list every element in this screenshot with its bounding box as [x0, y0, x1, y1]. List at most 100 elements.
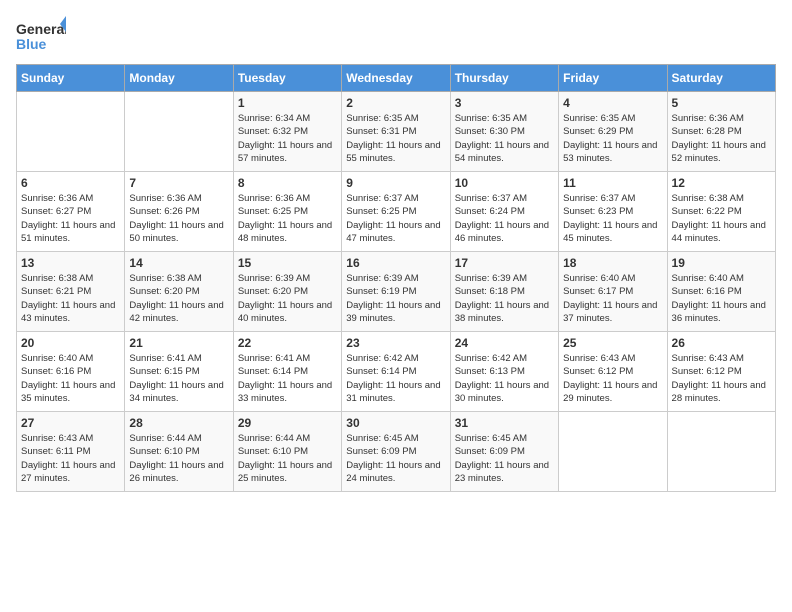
day-number: 20	[21, 336, 120, 350]
day-cell: 4 Sunrise: 6:35 AMSunset: 6:29 PMDaylight…	[559, 92, 667, 172]
day-number: 7	[129, 176, 228, 190]
day-info: Sunrise: 6:40 AMSunset: 6:17 PMDaylight:…	[563, 272, 662, 325]
day-number: 23	[346, 336, 445, 350]
day-cell: 7 Sunrise: 6:36 AMSunset: 6:26 PMDaylight…	[125, 172, 233, 252]
day-info: Sunrise: 6:36 AMSunset: 6:26 PMDaylight:…	[129, 192, 228, 245]
day-cell: 26 Sunrise: 6:43 AMSunset: 6:12 PMDayligh…	[667, 332, 775, 412]
day-info: Sunrise: 6:41 AMSunset: 6:15 PMDaylight:…	[129, 352, 228, 405]
day-info: Sunrise: 6:40 AMSunset: 6:16 PMDaylight:…	[672, 272, 771, 325]
day-cell: 21 Sunrise: 6:41 AMSunset: 6:15 PMDayligh…	[125, 332, 233, 412]
weekday-header-friday: Friday	[559, 65, 667, 92]
day-info: Sunrise: 6:43 AMSunset: 6:12 PMDaylight:…	[672, 352, 771, 405]
weekday-header-wednesday: Wednesday	[342, 65, 450, 92]
day-number: 21	[129, 336, 228, 350]
svg-text:Blue: Blue	[16, 36, 47, 52]
day-number: 28	[129, 416, 228, 430]
day-info: Sunrise: 6:36 AMSunset: 6:25 PMDaylight:…	[238, 192, 337, 245]
day-cell: 25 Sunrise: 6:43 AMSunset: 6:12 PMDayligh…	[559, 332, 667, 412]
day-cell: 23 Sunrise: 6:42 AMSunset: 6:14 PMDayligh…	[342, 332, 450, 412]
day-info: Sunrise: 6:37 AMSunset: 6:24 PMDaylight:…	[455, 192, 554, 245]
day-number: 25	[563, 336, 662, 350]
day-cell: 15Sunrise: 6:39 AMSunset: 6:20 PMDayligh…	[233, 252, 341, 332]
day-info: Sunrise: 6:45 AMSunset: 6:09 PMDaylight:…	[455, 432, 554, 485]
day-cell: 29 Sunrise: 6:44 AMSunset: 6:10 PMDayligh…	[233, 412, 341, 492]
day-number: 30	[346, 416, 445, 430]
day-cell	[559, 412, 667, 492]
day-cell: 17Sunrise: 6:39 AMSunset: 6:18 PMDayligh…	[450, 252, 558, 332]
day-info: Sunrise: 6:44 AMSunset: 6:10 PMDaylight:…	[238, 432, 337, 485]
logo: General Blue	[16, 16, 66, 56]
day-cell: 22 Sunrise: 6:41 AMSunset: 6:14 PMDayligh…	[233, 332, 341, 412]
day-number: 2	[346, 96, 445, 110]
day-info: Sunrise: 6:40 AMSunset: 6:16 PMDaylight:…	[21, 352, 120, 405]
day-info: Sunrise: 6:34 AMSunset: 6:32 PMDaylight:…	[238, 112, 337, 165]
day-number: 17	[455, 256, 554, 270]
day-info: Sunrise: 6:37 AMSunset: 6:23 PMDaylight:…	[563, 192, 662, 245]
day-number: 26	[672, 336, 771, 350]
weekday-header-monday: Monday	[125, 65, 233, 92]
day-number: 29	[238, 416, 337, 430]
day-number: 24	[455, 336, 554, 350]
day-info: Sunrise: 6:35 AMSunset: 6:29 PMDaylight:…	[563, 112, 662, 165]
day-info: Sunrise: 6:43 AMSunset: 6:11 PMDaylight:…	[21, 432, 120, 485]
day-cell: 11Sunrise: 6:37 AMSunset: 6:23 PMDayligh…	[559, 172, 667, 252]
day-cell: 14 Sunrise: 6:38 AMSunset: 6:20 PMDayligh…	[125, 252, 233, 332]
day-cell: 5Sunrise: 6:36 AMSunset: 6:28 PMDaylight…	[667, 92, 775, 172]
logo-icon: General Blue	[16, 16, 66, 56]
day-info: Sunrise: 6:44 AMSunset: 6:10 PMDaylight:…	[129, 432, 228, 485]
weekday-header-thursday: Thursday	[450, 65, 558, 92]
day-number: 10	[455, 176, 554, 190]
day-number: 14	[129, 256, 228, 270]
weekday-header-tuesday: Tuesday	[233, 65, 341, 92]
week-row-5: 27 Sunrise: 6:43 AMSunset: 6:11 PMDayligh…	[17, 412, 776, 492]
calendar-table: SundayMondayTuesdayWednesdayThursdayFrid…	[16, 64, 776, 492]
day-info: Sunrise: 6:37 AMSunset: 6:25 PMDaylight:…	[346, 192, 445, 245]
weekday-header-sunday: Sunday	[17, 65, 125, 92]
day-number: 31	[455, 416, 554, 430]
day-number: 6	[21, 176, 120, 190]
week-row-4: 20 Sunrise: 6:40 AMSunset: 6:16 PMDayligh…	[17, 332, 776, 412]
day-number: 4	[563, 96, 662, 110]
day-info: Sunrise: 6:39 AMSunset: 6:19 PMDaylight:…	[346, 272, 445, 325]
day-number: 1	[238, 96, 337, 110]
day-cell: 18 Sunrise: 6:40 AMSunset: 6:17 PMDayligh…	[559, 252, 667, 332]
day-cell	[17, 92, 125, 172]
week-row-1: 1 Sunrise: 6:34 AMSunset: 6:32 PMDaylight…	[17, 92, 776, 172]
day-cell: 13 Sunrise: 6:38 AMSunset: 6:21 PMDayligh…	[17, 252, 125, 332]
day-number: 12	[672, 176, 771, 190]
day-info: Sunrise: 6:39 AMSunset: 6:20 PMDaylight:…	[238, 272, 337, 325]
day-info: Sunrise: 6:41 AMSunset: 6:14 PMDaylight:…	[238, 352, 337, 405]
day-cell	[667, 412, 775, 492]
weekday-header-saturday: Saturday	[667, 65, 775, 92]
day-cell: 19Sunrise: 6:40 AMSunset: 6:16 PMDayligh…	[667, 252, 775, 332]
day-cell: 8Sunrise: 6:36 AMSunset: 6:25 PMDaylight…	[233, 172, 341, 252]
day-cell: 24Sunrise: 6:42 AMSunset: 6:13 PMDayligh…	[450, 332, 558, 412]
day-number: 18	[563, 256, 662, 270]
week-row-2: 6 Sunrise: 6:36 AMSunset: 6:27 PMDaylight…	[17, 172, 776, 252]
day-cell: 30 Sunrise: 6:45 AMSunset: 6:09 PMDayligh…	[342, 412, 450, 492]
week-row-3: 13 Sunrise: 6:38 AMSunset: 6:21 PMDayligh…	[17, 252, 776, 332]
day-info: Sunrise: 6:36 AMSunset: 6:27 PMDaylight:…	[21, 192, 120, 245]
day-number: 16	[346, 256, 445, 270]
day-info: Sunrise: 6:42 AMSunset: 6:14 PMDaylight:…	[346, 352, 445, 405]
day-cell: 10 Sunrise: 6:37 AMSunset: 6:24 PMDayligh…	[450, 172, 558, 252]
day-cell: 2Sunrise: 6:35 AMSunset: 6:31 PMDaylight…	[342, 92, 450, 172]
day-cell: 6 Sunrise: 6:36 AMSunset: 6:27 PMDaylight…	[17, 172, 125, 252]
day-number: 27	[21, 416, 120, 430]
day-info: Sunrise: 6:45 AMSunset: 6:09 PMDaylight:…	[346, 432, 445, 485]
day-info: Sunrise: 6:38 AMSunset: 6:20 PMDaylight:…	[129, 272, 228, 325]
day-cell: 3Sunrise: 6:35 AMSunset: 6:30 PMDaylight…	[450, 92, 558, 172]
day-number: 13	[21, 256, 120, 270]
day-info: Sunrise: 6:38 AMSunset: 6:22 PMDaylight:…	[672, 192, 771, 245]
svg-text:General: General	[16, 21, 66, 37]
day-number: 5	[672, 96, 771, 110]
day-cell: 12 Sunrise: 6:38 AMSunset: 6:22 PMDayligh…	[667, 172, 775, 252]
day-info: Sunrise: 6:38 AMSunset: 6:21 PMDaylight:…	[21, 272, 120, 325]
day-cell: 27 Sunrise: 6:43 AMSunset: 6:11 PMDayligh…	[17, 412, 125, 492]
weekday-header-row: SundayMondayTuesdayWednesdayThursdayFrid…	[17, 65, 776, 92]
day-info: Sunrise: 6:43 AMSunset: 6:12 PMDaylight:…	[563, 352, 662, 405]
day-cell: 1 Sunrise: 6:34 AMSunset: 6:32 PMDaylight…	[233, 92, 341, 172]
day-info: Sunrise: 6:35 AMSunset: 6:30 PMDaylight:…	[455, 112, 554, 165]
day-cell: 16 Sunrise: 6:39 AMSunset: 6:19 PMDayligh…	[342, 252, 450, 332]
day-number: 22	[238, 336, 337, 350]
